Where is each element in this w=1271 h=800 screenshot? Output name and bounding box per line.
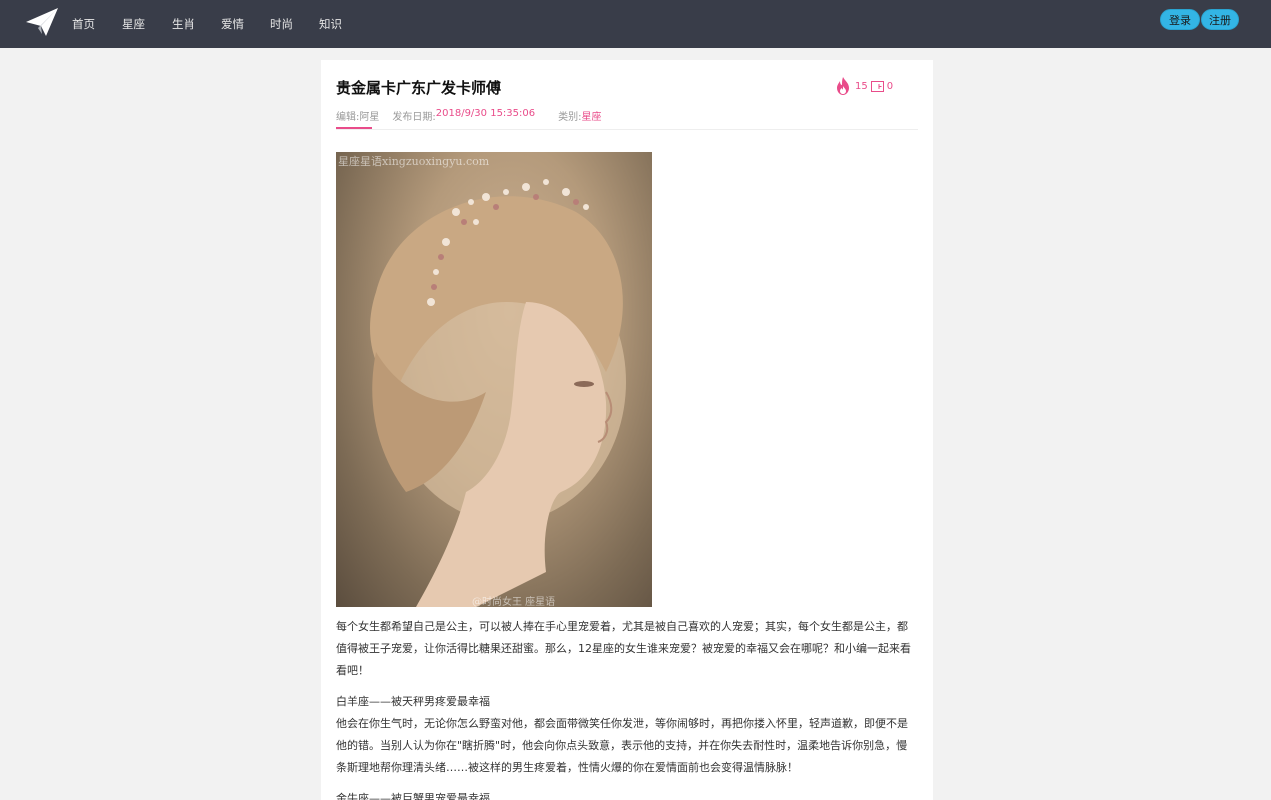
portrait-illustration	[370, 179, 626, 607]
editor-name: 阿星	[359, 112, 380, 123]
view-count: 15	[855, 80, 868, 92]
aries-heading: 白羊座——被天秤男疼爱最幸福	[336, 695, 490, 708]
nav-home[interactable]: 首页	[72, 16, 122, 32]
category-link[interactable]: 星座	[582, 108, 602, 123]
date-label: 发布日期:	[392, 112, 436, 123]
nav-zodiac[interactable]: 生肖	[172, 16, 221, 32]
article-image: 星座星语xingzuoxingyu.com @时尚女王 座星语xingzuoxi…	[336, 152, 652, 607]
comment-count: 0	[886, 80, 894, 92]
article-body: 每个女生都希望自己是公主，可以被人捧在手心里宠爱着，尤其是被自己喜欢的人宠爱；其…	[336, 616, 918, 800]
nav-knowledge[interactable]: 知识	[319, 16, 359, 32]
nav-love[interactable]: 爱情	[221, 16, 270, 32]
main-nav: 首页 星座 生肖 爱情 时尚 知识	[72, 0, 359, 48]
login-button[interactable]: 登录	[1160, 9, 1200, 30]
editor-label: 编辑:	[336, 112, 360, 123]
paragraph-intro: 每个女生都希望自己是公主，可以被人捧在手心里宠爱着，尤其是被自己喜欢的人宠爱；其…	[336, 620, 911, 677]
taurus-heading: 金牛座——被巨蟹男宠爱最幸福	[336, 792, 490, 800]
publish-date: 2018/9/30 15:35:06	[435, 108, 536, 119]
nav-fashion[interactable]: 时尚	[270, 16, 319, 32]
register-button[interactable]: 注册	[1201, 9, 1239, 30]
image-watermark-top: 星座星语xingzuoxingyu.com	[338, 155, 490, 168]
comment-icon[interactable]	[870, 80, 884, 92]
meta-active-underline	[336, 127, 372, 129]
paper-plane-logo-icon[interactable]	[24, 6, 60, 38]
article-stats: 15 0	[836, 77, 893, 95]
top-navbar: 首页 星座 生肖 爱情 时尚 知识 登录 注册	[0, 0, 1271, 48]
nav-constellation[interactable]: 星座	[122, 16, 172, 32]
auth-buttons: 登录 注册	[1160, 9, 1239, 30]
category-label: 类别:	[558, 112, 582, 123]
flame-icon	[837, 77, 849, 95]
paragraph-aries: 白羊座——被天秤男疼爱最幸福 他会在你生气时，无论你怎么野蛮对他，都会面带微笑任…	[336, 691, 918, 779]
article-meta: 编辑: 阿星 发布日期: 2018/9/30 15:35:06 类别: 星座	[336, 108, 602, 123]
meta-divider	[336, 129, 918, 130]
article-title: 贵金属卡广东广发卡师傅	[336, 79, 502, 97]
aries-text: 他会在你生气时，无论你怎么野蛮对他，都会面带微笑任你发泄，等你闹够时，再把你搂入…	[336, 717, 908, 774]
image-watermark-bottom: @时尚女王 座星语xingzuoxingyu.com	[472, 597, 556, 607]
article-card: 贵金属卡广东广发卡师傅 15 0 编辑: 阿星 发布日期: 2018/9/30 …	[321, 60, 933, 800]
